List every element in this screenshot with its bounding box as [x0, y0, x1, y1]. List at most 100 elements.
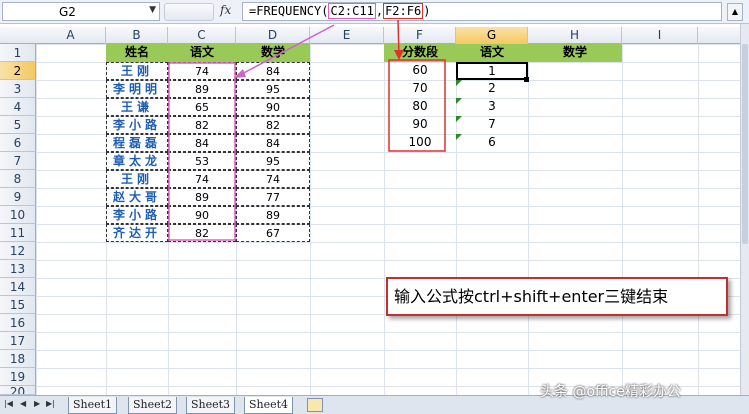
- formula-prefix: =FREQUENCY(: [249, 4, 329, 18]
- column-header-f[interactable]: F: [384, 27, 456, 44]
- row-header[interactable]: 1: [0, 44, 36, 62]
- chinese-cell[interactable]: 90: [168, 206, 236, 224]
- active-cell-count[interactable]: 1: [456, 62, 528, 80]
- row-header[interactable]: 5: [0, 116, 36, 134]
- row-header[interactable]: 8: [0, 170, 36, 188]
- formula-suffix: ): [423, 4, 431, 18]
- row-header[interactable]: 16: [0, 314, 36, 332]
- column-header-d[interactable]: D: [236, 27, 310, 44]
- count-cell[interactable]: 2: [456, 80, 528, 98]
- table-header-math[interactable]: 数学: [236, 44, 310, 62]
- watermark: 头条 @office精彩办公: [540, 384, 681, 400]
- name-cell[interactable]: 李小路: [106, 206, 168, 224]
- name-cell[interactable]: 李明明: [106, 80, 168, 98]
- sheet-tab-4[interactable]: Sheet4: [244, 397, 294, 414]
- count-cell[interactable]: 7: [456, 116, 528, 134]
- chinese-cell[interactable]: 84: [168, 134, 236, 152]
- math-cell[interactable]: 82: [236, 116, 310, 134]
- name-box-value: G2: [59, 5, 76, 19]
- name-cell[interactable]: 程磊磊: [106, 134, 168, 152]
- table-header-name[interactable]: 姓名: [106, 44, 168, 62]
- sheet-tab-1[interactable]: Sheet1: [68, 397, 118, 414]
- next-sheet-icon[interactable]: ▶: [34, 399, 40, 408]
- first-sheet-icon[interactable]: |◀: [4, 399, 13, 408]
- column-header-i[interactable]: I: [622, 27, 698, 44]
- row-header[interactable]: 6: [0, 134, 36, 152]
- chinese-cell[interactable]: 74: [168, 62, 236, 80]
- math-cell[interactable]: 95: [236, 152, 310, 170]
- chinese-cell[interactable]: 65: [168, 98, 236, 116]
- name-cell[interactable]: 王刚: [106, 62, 168, 80]
- row-header[interactable]: 17: [0, 332, 36, 350]
- expand-formula-bar-button[interactable]: ▲: [727, 3, 743, 21]
- sheet-tab-2[interactable]: Sheet2: [128, 397, 178, 414]
- name-cell[interactable]: 齐达开: [106, 224, 168, 242]
- chinese-cell[interactable]: 53: [168, 152, 236, 170]
- vertical-scrollbar[interactable]: [740, 24, 749, 395]
- name-cell[interactable]: 王谦: [106, 98, 168, 116]
- bin-cell[interactable]: 90: [384, 116, 456, 134]
- formula-arg-range-1: C2:C11: [328, 3, 376, 19]
- name-cell[interactable]: 赵大哥: [106, 188, 168, 206]
- math-cell[interactable]: 90: [236, 98, 310, 116]
- insert-sheet-icon[interactable]: [307, 398, 323, 412]
- chinese-cell[interactable]: 82: [168, 116, 236, 134]
- count-cell[interactable]: 6: [456, 134, 528, 152]
- column-header-e[interactable]: E: [310, 27, 384, 44]
- formula-bar-splitter[interactable]: [164, 3, 214, 21]
- name-cell[interactable]: 章太龙: [106, 152, 168, 170]
- math-cell[interactable]: 84: [236, 62, 310, 80]
- row-header[interactable]: 13: [0, 260, 36, 278]
- chinese-cell[interactable]: 74: [168, 170, 236, 188]
- column-header-b[interactable]: B: [106, 27, 168, 44]
- last-sheet-icon[interactable]: ▶|: [46, 399, 55, 408]
- bin-cell[interactable]: 100: [384, 134, 456, 152]
- row-header[interactable]: 10: [0, 206, 36, 224]
- chinese-cell[interactable]: 89: [168, 188, 236, 206]
- formula-input[interactable]: =FREQUENCY(C2:C11, F2:F6): [242, 2, 722, 21]
- math-cell[interactable]: 84: [236, 134, 310, 152]
- freq-header-math[interactable]: 数学: [528, 44, 622, 62]
- math-cell[interactable]: 77: [236, 188, 310, 206]
- bin-cell[interactable]: 70: [384, 80, 456, 98]
- row-header[interactable]: 9: [0, 188, 36, 206]
- row-header[interactable]: 14: [0, 278, 36, 296]
- formula-bar: G2 ▼ fx =FREQUENCY(C2:C11, F2:F6) ▲: [0, 0, 749, 24]
- insert-function-icon[interactable]: fx: [220, 3, 231, 17]
- name-box[interactable]: G2 ▼: [2, 2, 160, 21]
- column-header-g[interactable]: G: [456, 27, 528, 44]
- count-cell[interactable]: 3: [456, 98, 528, 116]
- row-header[interactable]: 2: [0, 62, 36, 80]
- row-header[interactable]: 15: [0, 296, 36, 314]
- bin-cell[interactable]: 60: [384, 62, 456, 80]
- instruction-callout: 输入公式按ctrl+shift+enter三键结束: [386, 277, 728, 316]
- row-header[interactable]: 18: [0, 350, 36, 368]
- sheet-tab-3[interactable]: Sheet3: [186, 397, 236, 414]
- table-header-chinese[interactable]: 语文: [168, 44, 236, 62]
- math-cell[interactable]: 95: [236, 80, 310, 98]
- column-header-h[interactable]: H: [528, 27, 622, 44]
- column-header-a[interactable]: A: [36, 27, 106, 44]
- freq-header-chinese[interactable]: 语文: [456, 44, 528, 62]
- row-header[interactable]: 20: [0, 386, 36, 395]
- row-header[interactable]: 19: [0, 368, 36, 386]
- row-header[interactable]: 7: [0, 152, 36, 170]
- row-header[interactable]: 3: [0, 80, 36, 98]
- chinese-cell[interactable]: 89: [168, 80, 236, 98]
- chinese-cell[interactable]: 82: [168, 224, 236, 242]
- math-cell[interactable]: 89: [236, 206, 310, 224]
- bin-cell[interactable]: 80: [384, 98, 456, 116]
- scrollbar-thumb[interactable]: [742, 44, 748, 244]
- math-cell[interactable]: 74: [236, 170, 310, 188]
- math-cell[interactable]: 67: [236, 224, 310, 242]
- name-cell[interactable]: 李小路: [106, 116, 168, 134]
- row-header[interactable]: 4: [0, 98, 36, 116]
- prev-sheet-icon[interactable]: ◀: [20, 399, 26, 408]
- name-cell[interactable]: 王刚: [106, 170, 168, 188]
- chevron-down-icon[interactable]: ▼: [149, 5, 156, 15]
- column-header-c[interactable]: C: [168, 27, 236, 44]
- row-header[interactable]: 11: [0, 224, 36, 242]
- freq-header-bins[interactable]: 分数段: [384, 44, 456, 62]
- row-header[interactable]: 12: [0, 242, 36, 260]
- formula-separator: ,: [375, 4, 384, 18]
